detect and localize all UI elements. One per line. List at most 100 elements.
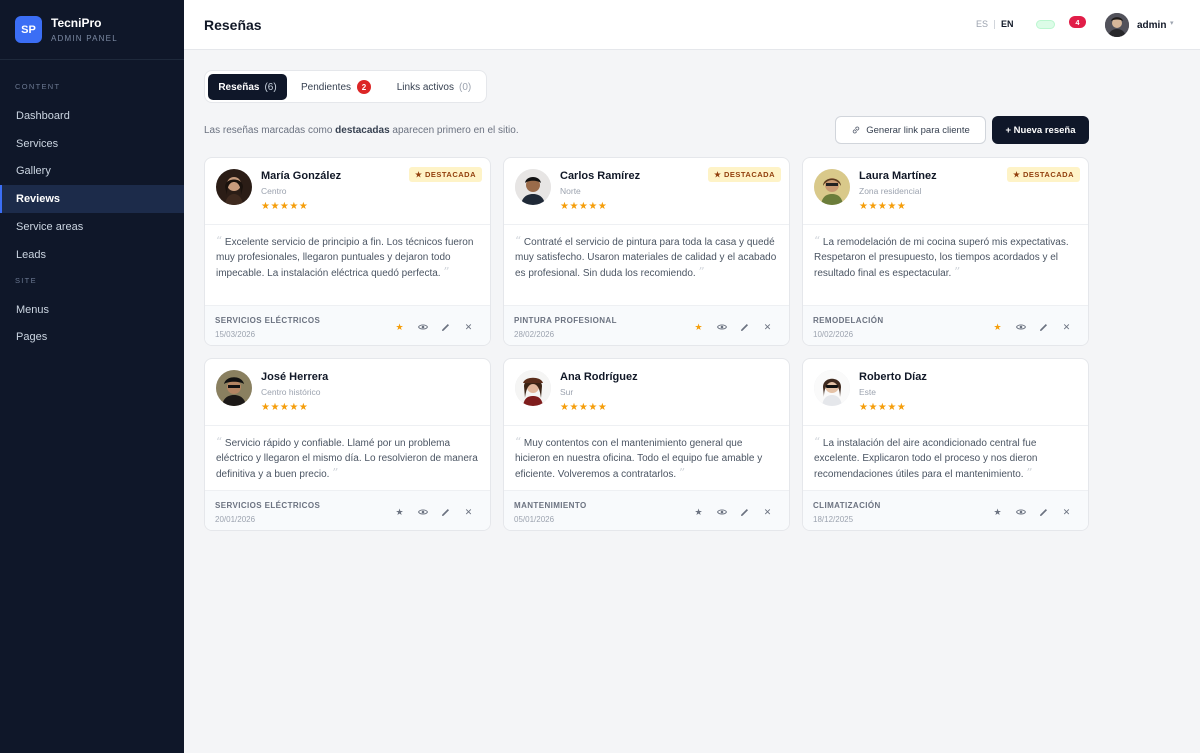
quote-open-icon: “ [814,234,821,248]
avatar[interactable] [1105,13,1129,37]
edit-icon[interactable] [1032,505,1055,519]
quote-close-icon: ” [443,265,450,279]
quote-close-icon: ” [698,265,705,279]
delete-icon[interactable]: ✕ [1055,505,1078,519]
view-icon[interactable] [411,320,434,334]
delete-icon[interactable]: ✕ [457,505,480,519]
delete-icon[interactable]: ✕ [756,505,779,519]
tab-count: (6) [264,81,277,93]
review-footer: CLIMATIZACIÓN 18/12/2025 ★ ✕ [803,490,1088,530]
sidebar-item-dashboard[interactable]: Dashboard [0,102,184,130]
review-category: MANTENIMIENTO [514,501,587,510]
sidebar-item-reviews[interactable]: Reviews [0,185,184,214]
reviewer-name: José Herrera [261,371,329,383]
review-header: Carlos Ramírez Norte ★★★★★ ★ DESTACADA [504,158,789,225]
tab-label: Reseñas [218,81,260,93]
tab-pendientes[interactable]: Pendientes 2 [291,74,381,100]
view-icon[interactable] [411,505,434,519]
sidebar-item-leads[interactable]: Leads [0,241,184,269]
view-icon[interactable] [1009,505,1032,519]
featured-badge: ★ DESTACADA [1007,167,1080,182]
avatar [814,169,850,205]
tab-label: Links activos [396,81,454,93]
sidebar: SP TecniPro ADMIN PANEL CONTENT Dashboar… [0,0,184,753]
review-text: “ La instalación del aire acondicionado … [803,426,1088,482]
edit-icon[interactable] [733,320,756,334]
page-title: Reseñas [204,17,262,33]
featured-badge: ★ DESTACADA [708,167,781,182]
review-category: SERVICIOS ELÉCTRICOS [215,501,321,510]
info-post: aparecen primero en el sitio. [389,125,519,136]
rating-stars: ★★★★★ [261,201,309,212]
review-text-content: Muy contentos con el mantenimiento gener… [515,438,763,480]
chevron-down-icon[interactable]: ▾ [1170,19,1174,27]
view-icon[interactable] [710,320,733,334]
edit-icon[interactable] [1032,320,1055,334]
edit-icon[interactable] [434,505,457,519]
review-header: Laura Martínez Zona residencial ★★★★★ ★ DES… [803,158,1088,225]
sidebar-item-menus[interactable]: Menus [0,296,184,324]
quote-close-icon: ” [954,265,961,279]
review-footer: MANTENIMIENTO 05/01/2026 ★ ✕ [504,490,789,530]
review-card: María González Centro ★★★★★ ★ DESTACADA “ Ex… [204,157,491,346]
star-toggle-icon[interactable]: ★ [986,320,1009,334]
reviewer-name: Carlos Ramírez [560,170,641,182]
review-text-content: La instalación del aire acondicionado ce… [814,438,1038,480]
user-name[interactable]: admin [1137,20,1166,31]
sidebar-section-content: CONTENT [15,82,61,91]
review-category: PINTURA PROFESIONAL [514,316,617,325]
delete-icon[interactable]: ✕ [457,320,480,334]
star-toggle-icon[interactable]: ★ [687,505,710,519]
star-toggle-icon[interactable]: ★ [388,320,411,334]
brand-name: TecniPro [51,16,102,30]
rating-stars: ★★★★★ [560,201,608,212]
sidebar-item-service-areas[interactable]: Service areas [0,213,184,241]
tab-resenas[interactable]: Reseñas (6) [208,74,287,100]
star-toggle-icon[interactable]: ★ [986,505,1009,519]
status-toggle[interactable] [1036,20,1055,29]
reviewer-location: Sur [560,387,574,397]
quote-open-icon: “ [515,435,522,449]
brand[interactable]: SP TecniPro ADMIN PANEL [0,0,184,60]
quote-open-icon: “ [216,234,223,248]
lang-es[interactable]: ES [976,19,988,29]
avatar [515,370,551,406]
sidebar-item-pages[interactable]: Pages [0,324,184,352]
review-text-content: Contraté el servicio de pintura para tod… [515,237,777,279]
edit-icon[interactable] [434,320,457,334]
review-text-content: La remodelación de mi cocina superó mis … [814,237,1069,279]
quote-close-icon: ” [1026,466,1033,480]
review-category: REMODELACIÓN [813,316,884,325]
sidebar-section-site: SITE [15,275,37,285]
review-text: “ Servicio rápido y confiable. Llamé por… [205,426,490,482]
quote-close-icon: ” [332,466,339,480]
sidebar-item-services[interactable]: Services [0,130,184,158]
delete-icon[interactable]: ✕ [756,320,779,334]
review-footer: REMODELACIÓN 10/02/2026 ★ ✕ [803,305,1088,345]
review-card: Carlos Ramírez Norte ★★★★★ ★ DESTACADA “ Con… [503,157,790,346]
view-icon[interactable] [710,505,733,519]
star-toggle-icon[interactable]: ★ [687,320,710,334]
new-review-button[interactable]: + Nueva reseña [992,116,1089,144]
topbar: Reseñas ES EN 4 admin ▾ [184,0,1200,50]
star-toggle-icon[interactable]: ★ [388,505,411,519]
edit-icon[interactable] [733,505,756,519]
tabs: Reseñas (6) Pendientes 2 Links activos (… [204,70,487,103]
notification-badge[interactable]: 4 [1069,16,1086,28]
review-date: 20/01/2026 [215,515,256,524]
view-icon[interactable] [1009,320,1032,334]
delete-icon[interactable]: ✕ [1055,320,1078,334]
quote-open-icon: “ [515,234,522,248]
sidebar-item-gallery[interactable]: Gallery [0,158,184,186]
rating-stars: ★★★★★ [859,402,907,413]
avatar [216,169,252,205]
tab-label: Pendientes [300,81,352,93]
info-text: Las reseñas marcadas como destacadas apa… [204,125,519,136]
generate-link-label: Generar link para cliente [866,124,970,136]
generate-link-button[interactable]: Generar link para cliente [835,116,986,144]
lang-en[interactable]: EN [1001,19,1014,29]
tab-links-activos[interactable]: Links activos (0) [385,74,483,100]
quote-open-icon: “ [814,435,821,449]
reviewer-name: Ana Rodríguez [560,371,638,383]
rating-stars: ★★★★★ [261,402,309,413]
